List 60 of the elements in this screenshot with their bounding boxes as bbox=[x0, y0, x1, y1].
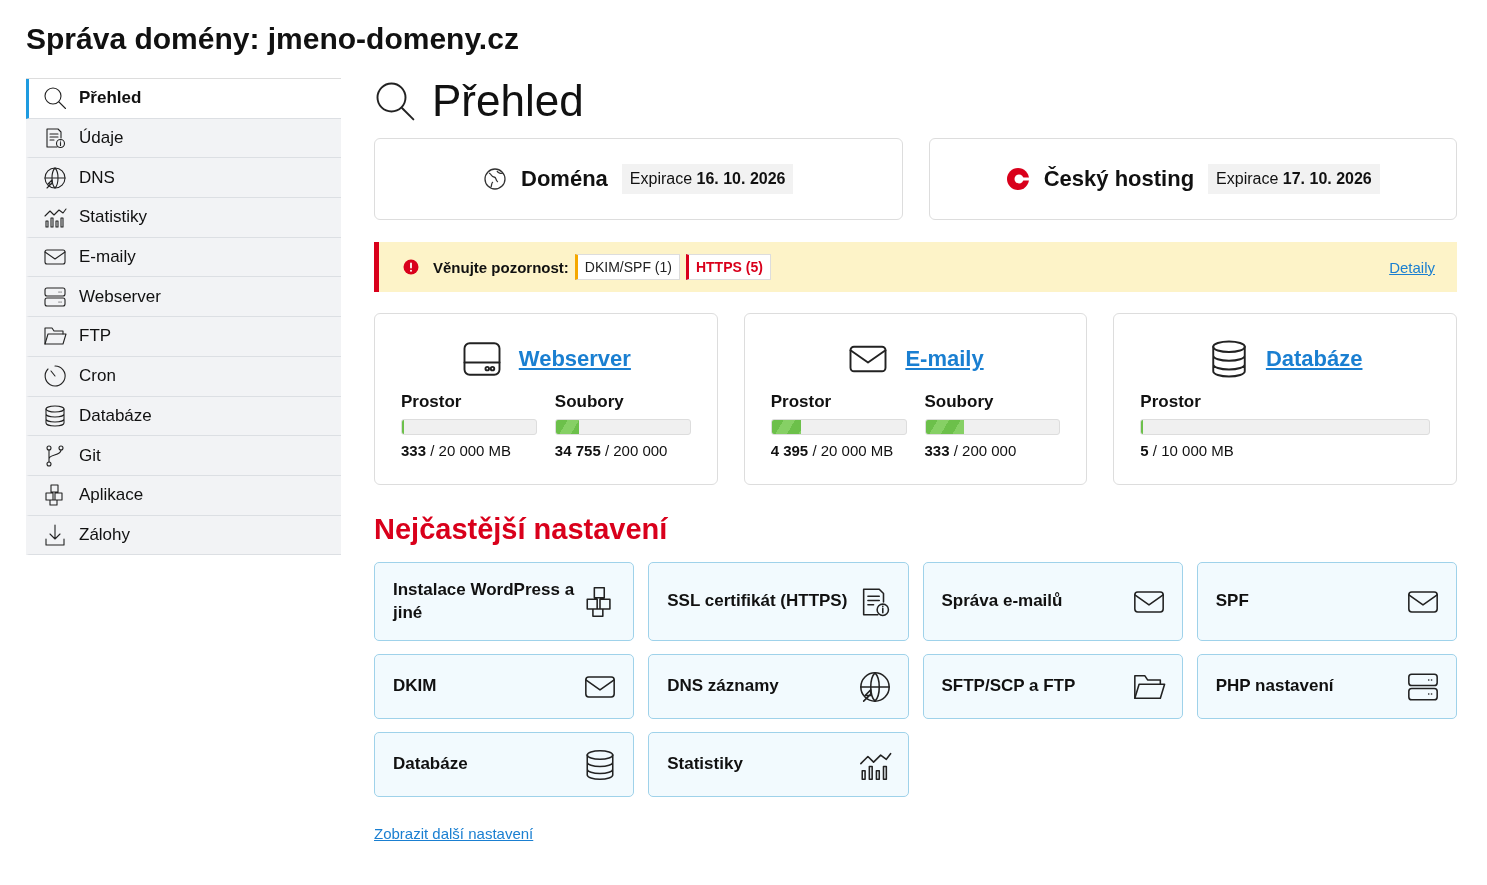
expiry-badge: Expirace 17. 10. 2026 bbox=[1208, 164, 1380, 194]
issue-tag[interactable]: DKIM/SPF (1) bbox=[574, 254, 680, 280]
more-settings-link[interactable]: Zobrazit další nastavení bbox=[374, 825, 534, 842]
expiry-badge: Expirace 16. 10. 2026 bbox=[621, 164, 794, 194]
globe-cursor-icon bbox=[43, 165, 67, 190]
sidebar-item[interactable]: FTP bbox=[26, 317, 341, 357]
sidebar-item[interactable]: Git bbox=[26, 436, 341, 476]
sidebar-item[interactable]: Webserver bbox=[26, 277, 341, 318]
download-icon bbox=[43, 522, 67, 547]
warning-icon bbox=[403, 259, 419, 275]
settings-tile[interactable]: SPF bbox=[1196, 562, 1457, 641]
search-icon bbox=[374, 80, 416, 122]
meter-label: Soubory bbox=[924, 392, 995, 412]
database-icon bbox=[43, 403, 67, 428]
search-icon bbox=[43, 86, 67, 111]
globe-icon bbox=[483, 167, 507, 191]
settings-tile[interactable]: Správa e-mailů bbox=[922, 562, 1183, 641]
meter-reading: 4 395 / 20 000 MB bbox=[770, 442, 895, 459]
branch-icon bbox=[43, 443, 67, 468]
globe-cursor-icon bbox=[857, 669, 892, 704]
meter-label: Prostor bbox=[1140, 392, 1202, 412]
meter-reading: 5 / 10 000 MB bbox=[1140, 442, 1235, 459]
settings-tile[interactable]: DNS záznamy bbox=[648, 654, 909, 719]
settings-tile[interactable]: SSL certifikát (HTTPS) bbox=[648, 562, 909, 641]
page-title: Správa domény: jmeno-domeny.cz bbox=[26, 22, 520, 56]
clock-icon bbox=[43, 364, 67, 389]
sidebar-item[interactable]: Statistiky bbox=[26, 198, 341, 238]
sidebar-item[interactable]: Databáze bbox=[26, 396, 341, 437]
section-heading: Přehled bbox=[432, 76, 584, 126]
logo-icon bbox=[1005, 167, 1030, 191]
card-title-link[interactable]: E-maily bbox=[905, 346, 984, 372]
meter-label: Soubory bbox=[554, 392, 625, 412]
settings-tile[interactable]: Statistiky bbox=[648, 732, 909, 797]
settings-tile[interactable]: PHP nastavení bbox=[1196, 654, 1457, 719]
sidebar-item[interactable]: DNS bbox=[26, 158, 341, 199]
sidebar-item[interactable]: E-maily bbox=[26, 237, 341, 278]
alert-label: Věnujte pozornost: bbox=[433, 258, 569, 276]
sidebar-item[interactable]: Zálohy bbox=[26, 515, 341, 556]
settings-tile[interactable]: DKIM bbox=[374, 654, 635, 719]
meter-label: Prostor bbox=[401, 392, 463, 412]
card-title-link[interactable]: Databáze bbox=[1265, 346, 1363, 372]
document-info-icon bbox=[43, 126, 67, 151]
meter-reading: 333 / 20 000 MB bbox=[401, 442, 513, 459]
details-link[interactable]: Detaily bbox=[1389, 258, 1435, 276]
settings-tile[interactable]: SFTP/SCP a FTP bbox=[922, 654, 1183, 719]
sidebar-item[interactable]: Přehled bbox=[26, 79, 341, 119]
meter-reading: 34 755 / 200 000 bbox=[554, 442, 669, 459]
settings-tile[interactable]: Databáze bbox=[374, 732, 635, 797]
meter-reading: 333 / 200 000 bbox=[924, 442, 1018, 459]
service-name: Doména bbox=[521, 166, 608, 192]
sidebar-item[interactable]: Aplikace bbox=[26, 475, 341, 516]
card-title-link[interactable]: Webserver bbox=[518, 346, 631, 372]
service-name: Český hosting bbox=[1043, 166, 1195, 192]
settings-tile[interactable]: Instalace WordPress a jiné bbox=[374, 562, 635, 641]
server-icon bbox=[43, 284, 67, 309]
section-heading: Nejčastější nastavení bbox=[374, 513, 669, 546]
meter-label: Prostor bbox=[770, 392, 833, 412]
issue-tag[interactable]: HTTPS (5) bbox=[685, 254, 771, 280]
sidebar-item[interactable]: Cron bbox=[26, 356, 341, 397]
sidebar-item[interactable]: Údaje bbox=[26, 118, 341, 159]
